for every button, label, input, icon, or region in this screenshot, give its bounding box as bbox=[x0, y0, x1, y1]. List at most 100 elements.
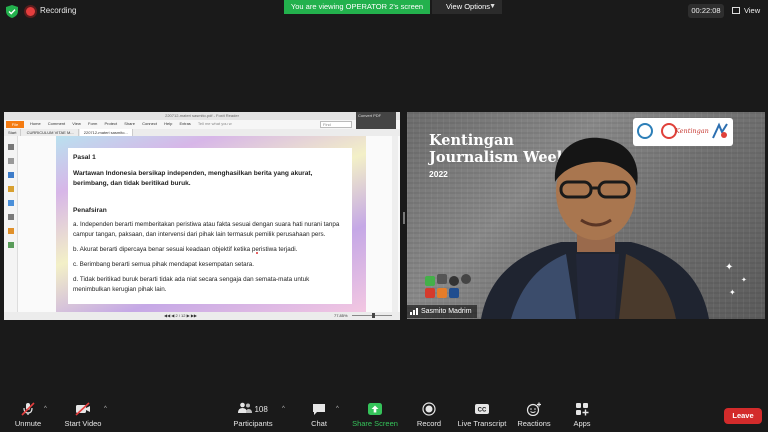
menu-item-extras[interactable]: Extras bbox=[179, 121, 190, 126]
document-heading: Pasal 1 bbox=[73, 154, 96, 161]
sparkle-icon: ✦ bbox=[741, 277, 747, 284]
sparkle-icon: ✦ bbox=[725, 262, 734, 273]
meeting-top-bar: Recording You are viewing OPERATOR 2's s… bbox=[0, 0, 768, 24]
view-options-button[interactable]: View Options ▼ bbox=[432, 0, 502, 14]
page-navigator[interactable]: ◀◀ ◀ 2 / 12 ▶ ▶▶ bbox=[164, 313, 197, 318]
viewing-screen-banner: You are viewing OPERATOR 2's screen bbox=[284, 0, 430, 14]
menu-item-view[interactable]: View bbox=[72, 121, 81, 126]
chat-button[interactable]: Chat bbox=[304, 402, 334, 428]
chevron-down-icon: ▼ bbox=[489, 3, 496, 10]
participants-button[interactable]: 108 Participants bbox=[232, 402, 274, 428]
first-page-icon[interactable]: ◀◀ bbox=[164, 313, 170, 318]
zoom-slider-knob[interactable] bbox=[372, 313, 375, 318]
view-label: View bbox=[744, 6, 761, 15]
journalism-logo bbox=[712, 122, 728, 139]
zoom-level[interactable]: 77.85% bbox=[334, 313, 348, 318]
camera-off-icon bbox=[75, 402, 90, 416]
prev-page-icon[interactable]: ◀ bbox=[171, 313, 174, 318]
document-item: b. Akurat berarti dipercaya benar sesuai… bbox=[73, 246, 298, 253]
live-transcript-label: Live Transcript bbox=[457, 419, 507, 428]
record-icon bbox=[422, 402, 436, 416]
comment-icon[interactable] bbox=[7, 186, 14, 192]
tab-curriculum-vitae[interactable]: CURRICULUM VITAE M... bbox=[23, 129, 79, 136]
tell-me-box[interactable]: Tell me what you w bbox=[198, 121, 232, 126]
split-view-handle[interactable] bbox=[403, 212, 405, 224]
start-video-button[interactable]: Start Video bbox=[62, 402, 104, 428]
badge-icon bbox=[449, 288, 459, 298]
share-screen-button[interactable]: Share Screen bbox=[352, 402, 398, 428]
link-icon[interactable] bbox=[7, 214, 14, 220]
menu-item-form[interactable]: Form bbox=[88, 121, 97, 126]
document-item: d. Tidak beritikad buruk berarti tidak a… bbox=[73, 276, 310, 293]
page-indicator[interactable]: 2 / 12 bbox=[175, 313, 185, 318]
smiley-plus-icon bbox=[526, 402, 541, 416]
tab-materi-sasmito[interactable]: 220712-materi sasmito... bbox=[79, 129, 133, 136]
participants-label: Participants bbox=[233, 419, 273, 428]
shared-screen[interactable]: 220712-materi sasmito.pdf - Foxit Reader… bbox=[4, 112, 400, 320]
svg-text:CC: CC bbox=[478, 408, 487, 414]
vertical-scrollbar[interactable] bbox=[392, 136, 398, 312]
apps-button[interactable]: Apps bbox=[568, 402, 596, 428]
select-tool-icon[interactable] bbox=[7, 158, 14, 164]
next-page-icon[interactable]: ▶ bbox=[187, 313, 190, 318]
menu-item-help[interactable]: Help bbox=[164, 121, 172, 126]
chat-options-caret[interactable]: ^ bbox=[336, 406, 339, 412]
attachment-icon[interactable] bbox=[7, 228, 14, 234]
participant-name-tag: Sasmito Madrim bbox=[407, 305, 477, 318]
recording-label: Recording bbox=[40, 6, 77, 15]
badge-icon bbox=[425, 288, 435, 298]
speaker-video[interactable]: Kentingan Journalism Week 2022 Kentingan… bbox=[407, 112, 765, 319]
apps-icon bbox=[576, 403, 589, 416]
meeting-timer: 00:22:08 bbox=[688, 4, 724, 18]
record-button[interactable]: Record bbox=[412, 402, 446, 428]
convert-pdf-button[interactable]: Convert PDF bbox=[356, 112, 396, 129]
share-screen-icon bbox=[368, 403, 382, 415]
sparkle-icon: ✦ bbox=[729, 288, 736, 297]
microphone-muted-icon bbox=[21, 402, 35, 416]
leave-button[interactable]: Leave bbox=[724, 408, 762, 424]
chat-label: Chat bbox=[311, 419, 327, 428]
menu-item-protect[interactable]: Protect bbox=[104, 121, 117, 126]
unmute-button[interactable]: Unmute bbox=[12, 402, 44, 428]
hand-tool-icon[interactable] bbox=[7, 144, 14, 150]
apps-label: Apps bbox=[573, 419, 591, 428]
reactions-label: Reactions bbox=[517, 419, 551, 428]
badge-icon bbox=[425, 276, 435, 286]
view-grid-icon bbox=[732, 7, 740, 14]
badge-icon bbox=[449, 276, 459, 286]
menu-item-connect[interactable]: Connect bbox=[142, 121, 157, 126]
closed-caption-icon: CC bbox=[475, 404, 489, 414]
last-page-icon[interactable]: ▶▶ bbox=[191, 313, 197, 318]
bookmark-icon[interactable] bbox=[7, 172, 14, 178]
participants-options-caret[interactable]: ^ bbox=[282, 406, 285, 412]
view-button[interactable]: View bbox=[732, 4, 760, 18]
pdf-page-content: Pasal 1 Wartawan Indonesia bersikap inde… bbox=[68, 148, 352, 304]
video-options-caret[interactable]: ^ bbox=[104, 406, 107, 412]
tab-start[interactable]: Start bbox=[4, 129, 22, 136]
pdf-page: Pasal 1 Wartawan Indonesia bersikap inde… bbox=[56, 136, 366, 312]
shield-icon[interactable] bbox=[6, 5, 18, 18]
chat-icon bbox=[313, 404, 325, 415]
zoom-slider[interactable] bbox=[352, 313, 392, 318]
reader-title-bar: 220712-materi sasmito.pdf - Foxit Reader bbox=[4, 112, 400, 120]
live-transcript-button[interactable]: CC Live Transcript bbox=[456, 402, 508, 428]
pen-icon[interactable] bbox=[7, 200, 14, 206]
reader-menu: Home Comment View Form Protect Share Con… bbox=[30, 121, 238, 126]
menu-item-share[interactable]: Share bbox=[124, 121, 135, 126]
pointer-dot bbox=[256, 252, 258, 254]
document-section-title: Penafsiran bbox=[73, 207, 107, 214]
reactions-button[interactable]: Reactions bbox=[516, 402, 552, 428]
share-screen-label: Share Screen bbox=[352, 419, 398, 428]
recording-icon bbox=[26, 7, 35, 16]
menu-item-home[interactable]: Home bbox=[30, 121, 41, 126]
layers-icon[interactable] bbox=[7, 242, 14, 248]
reader-search-input[interactable]: Find bbox=[320, 121, 352, 128]
menu-item-comment[interactable]: Comment bbox=[48, 121, 65, 126]
audio-options-caret[interactable]: ^ bbox=[44, 406, 47, 412]
file-menu-button[interactable]: File bbox=[6, 121, 24, 128]
people-icon bbox=[238, 402, 253, 413]
document-view[interactable]: Pasal 1 Wartawan Indonesia bersikap inde… bbox=[18, 136, 400, 312]
badge-icon bbox=[437, 274, 447, 284]
participants-icon-row: 108 bbox=[232, 402, 274, 416]
sponsor-badges bbox=[425, 274, 473, 300]
